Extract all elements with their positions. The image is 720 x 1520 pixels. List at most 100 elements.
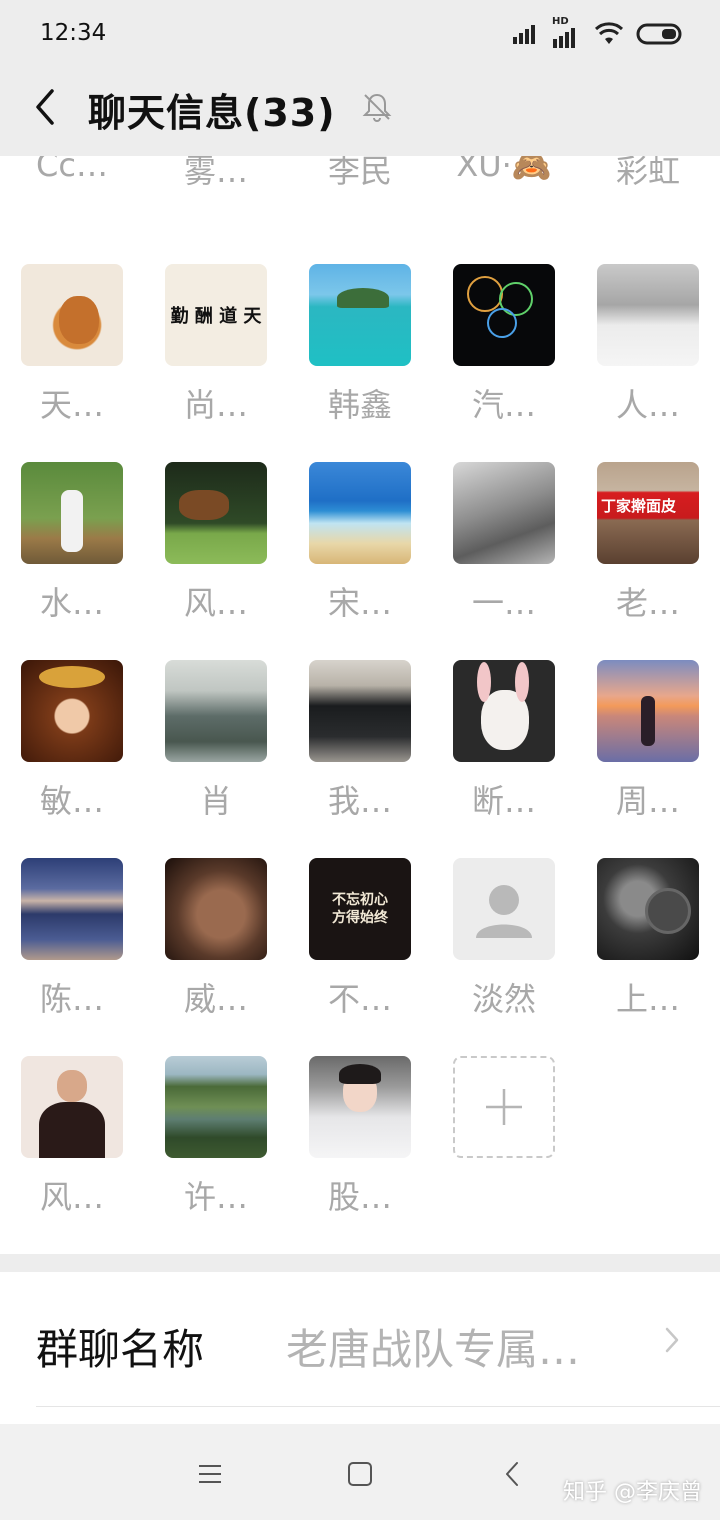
member-item[interactable]: 彩虹	[576, 156, 720, 228]
member-name: 一…	[471, 584, 536, 622]
member-avatar	[165, 858, 267, 960]
member-name: XU·🙈	[456, 156, 552, 184]
member-item[interactable]: Cc…	[0, 156, 144, 228]
member-item[interactable]: 我…	[288, 660, 432, 858]
member-name: 风…	[183, 584, 248, 622]
back-triangle-icon	[506, 1462, 518, 1486]
member-name: 威…	[183, 980, 248, 1018]
member-avatar	[165, 462, 267, 564]
member-item[interactable]: 不忘初心 方得始终 不…	[288, 858, 432, 1056]
member-name: 肖	[199, 782, 232, 820]
section-divider	[0, 1254, 720, 1272]
member-avatar	[21, 462, 123, 564]
group-name-row[interactable]: 群聊名称 老唐战队专属…	[0, 1272, 720, 1406]
bell-off-icon	[362, 93, 392, 122]
member-item[interactable]: 上…	[576, 858, 720, 1056]
member-name: 尚…	[183, 386, 248, 424]
battery-icon	[636, 23, 682, 45]
member-item[interactable]: 风…	[144, 462, 288, 660]
member-avatar	[21, 858, 123, 960]
member-avatar	[597, 858, 699, 960]
member-avatar	[453, 264, 555, 366]
member-item[interactable]: 一…	[432, 462, 576, 660]
member-avatar	[309, 1056, 411, 1158]
member-item[interactable]: 淡然	[432, 858, 576, 1056]
member-item[interactable]: 断…	[432, 660, 576, 858]
member-avatar: 丁家擀面皮	[597, 462, 699, 564]
member-item[interactable]: 李民	[288, 156, 432, 228]
group-name-label: 群聊名称	[36, 1325, 205, 1374]
add-member-button[interactable]	[453, 1056, 555, 1158]
signal-icon	[513, 25, 535, 44]
calligraphy-text: 勤 酬 道 天	[170, 306, 262, 327]
member-name: 敏…	[39, 782, 104, 820]
member-name: 李民	[327, 156, 392, 190]
member-grid: Cc… 雾… 李民 XU·🙈 彩虹 天… 勤 酬 道 天 尚… 韩鑫 汽… 人……	[0, 156, 720, 1254]
member-name: 水…	[39, 584, 104, 622]
member-name: 许…	[183, 1178, 248, 1216]
member-avatar	[453, 462, 555, 564]
title-bar: 聊天信息(33)	[0, 68, 720, 156]
member-name: 宋…	[327, 584, 392, 622]
member-name: 人…	[615, 386, 680, 424]
member-name: 断…	[471, 782, 536, 820]
member-name: 韩鑫	[327, 386, 392, 424]
chevron-left-icon	[36, 89, 54, 125]
member-item[interactable]: 风…	[0, 1056, 144, 1254]
member-item[interactable]: 人…	[576, 264, 720, 462]
member-avatar	[597, 660, 699, 762]
chevron-right-icon	[665, 1327, 679, 1353]
member-name: 彩虹	[615, 156, 680, 190]
member-item[interactable]: 敏…	[0, 660, 144, 858]
wifi-icon	[594, 22, 624, 44]
member-item[interactable]: 天…	[0, 264, 144, 462]
member-avatar	[21, 264, 123, 366]
member-item[interactable]: 股…	[288, 1056, 432, 1254]
member-avatar	[453, 858, 555, 960]
shop-sign-text: 丁家擀面皮	[601, 497, 677, 515]
member-name: 周…	[615, 782, 680, 820]
member-item[interactable]: 宋…	[288, 462, 432, 660]
add-member-item[interactable]	[432, 1056, 576, 1254]
signal-hd-icon: HD	[552, 16, 582, 48]
plus-icon	[486, 1089, 522, 1125]
status-bar: 12:34 HD	[0, 0, 720, 68]
member-item[interactable]: 雾…	[144, 156, 288, 228]
square-home-icon	[348, 1462, 372, 1486]
watermark: 知乎 @李庆曾	[563, 1480, 702, 1505]
member-avatar	[309, 462, 411, 564]
member-name: Cc…	[36, 156, 108, 184]
back-button[interactable]	[20, 82, 70, 132]
member-item[interactable]: XU·🙈	[432, 156, 576, 228]
member-item[interactable]: 韩鑫	[288, 264, 432, 462]
member-item[interactable]: 汽…	[432, 264, 576, 462]
nav-back-button[interactable]	[492, 1454, 532, 1494]
member-item[interactable]: 许…	[144, 1056, 288, 1254]
member-item[interactable]: 肖	[144, 660, 288, 858]
member-avatar	[453, 660, 555, 762]
member-avatar	[165, 1056, 267, 1158]
member-name: 上…	[615, 980, 680, 1018]
home-button[interactable]	[340, 1454, 380, 1494]
member-name: 不…	[327, 980, 392, 1018]
member-name: 风…	[39, 1178, 104, 1216]
member-item[interactable]: 周…	[576, 660, 720, 858]
default-user-icon	[476, 885, 532, 938]
member-item[interactable]: 丁家擀面皮 老…	[576, 462, 720, 660]
member-item[interactable]: 勤 酬 道 天 尚…	[144, 264, 288, 462]
menu-icon	[199, 1465, 221, 1483]
member-name: 我…	[327, 782, 392, 820]
member-name: 陈…	[39, 980, 104, 1018]
row-divider	[36, 1406, 720, 1407]
status-icons: HD	[512, 16, 684, 50]
member-item[interactable]: 威…	[144, 858, 288, 1056]
member-name: 天…	[39, 386, 104, 424]
member-avatar: 不忘初心 方得始终	[309, 858, 411, 960]
status-time: 12:34	[40, 20, 107, 46]
member-name: 汽…	[471, 386, 536, 424]
poster-text: 不忘初心 方得始终	[332, 892, 388, 926]
menu-button[interactable]	[190, 1454, 230, 1494]
member-item[interactable]: 水…	[0, 462, 144, 660]
member-name: 老…	[615, 584, 680, 622]
member-item[interactable]: 陈…	[0, 858, 144, 1056]
